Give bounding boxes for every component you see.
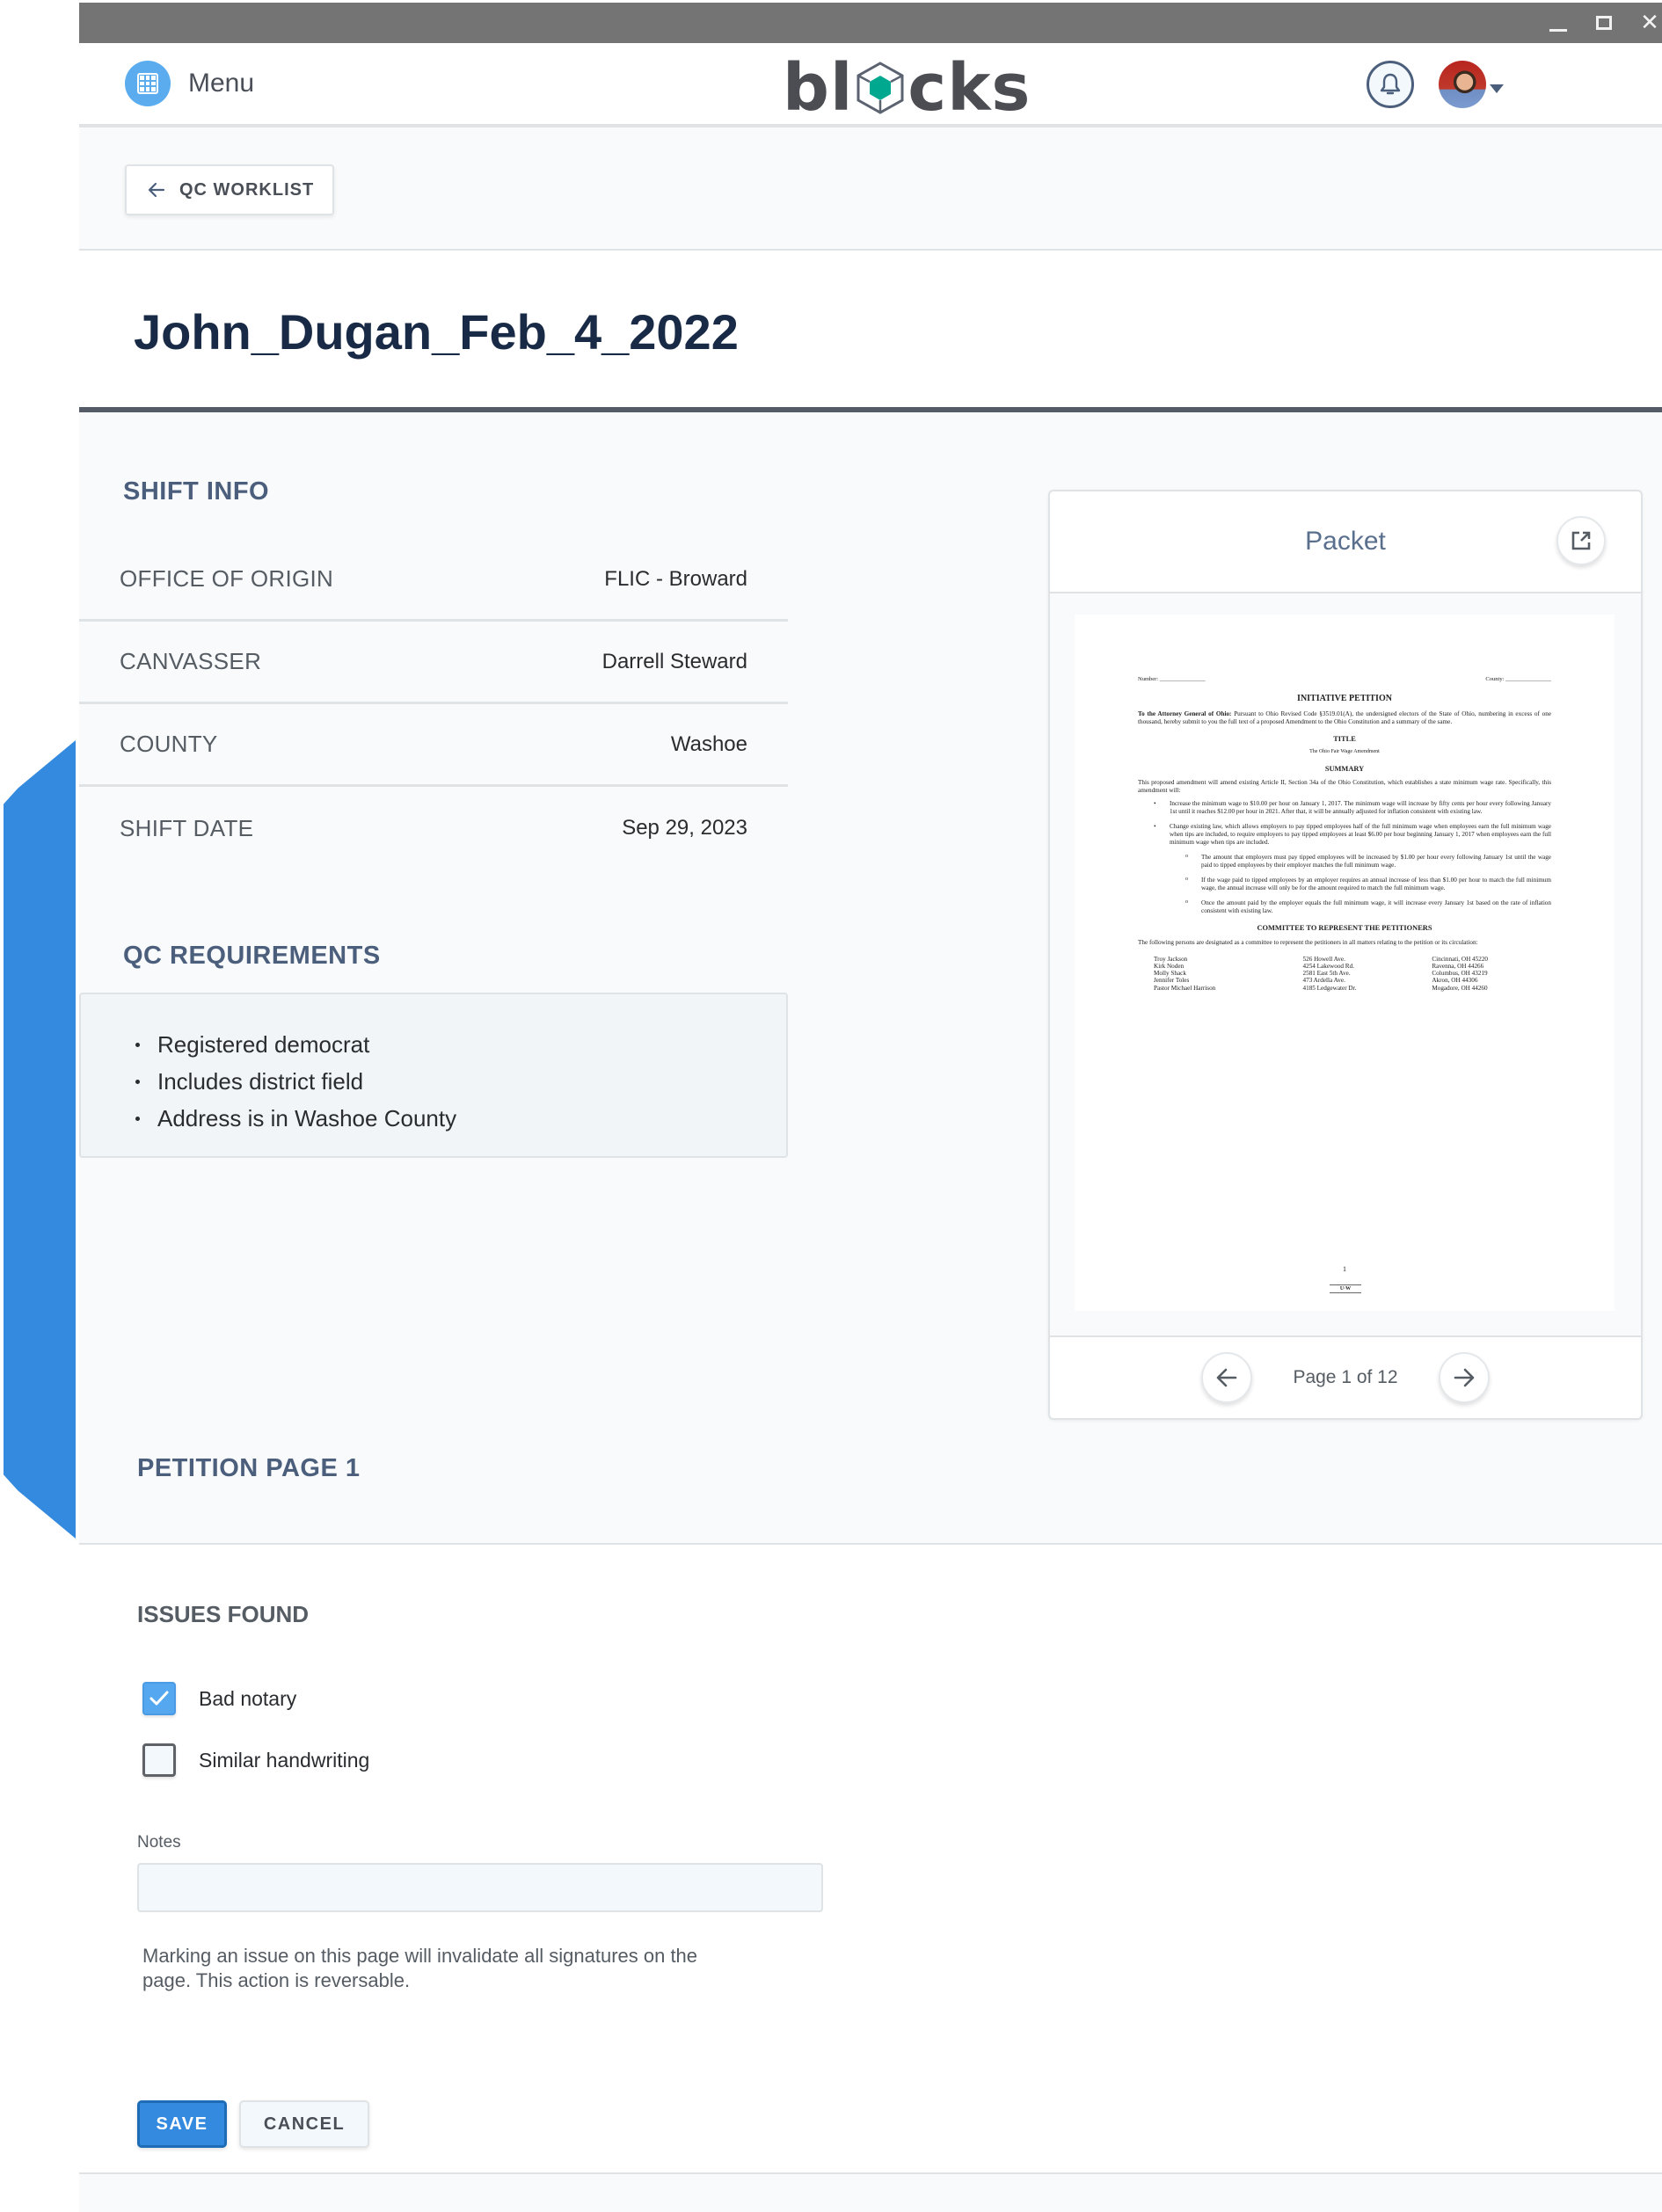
requirement-item: Registered democrat (135, 1026, 786, 1063)
window-controls: ✕ (1546, 10, 1662, 38)
petition-page-heading: PETITION PAGE 1 (137, 1454, 361, 1482)
info-label: SHIFT DATE (120, 814, 254, 841)
cube-logo-icon (857, 62, 904, 114)
back-to-qc-worklist-button[interactable]: QC WORKLIST (125, 164, 334, 215)
info-value: Washoe (670, 731, 747, 756)
notes-input[interactable] (137, 1863, 823, 1912)
previous-page-button[interactable] (1201, 1352, 1253, 1403)
doc-summary-intro: This proposed amendment will amend exist… (1138, 779, 1551, 795)
checkbox-label: Similar handwriting (199, 1748, 370, 1772)
packet-pagination: Page 1 of 12 (1050, 1337, 1641, 1418)
doc-committee-heading: COMMITTEE TO REPRESENT THE PETITIONERS (1257, 924, 1432, 933)
doc-intro: To the Attorney General of Ohio: Pursuan… (1138, 709, 1552, 725)
minimize-icon[interactable] (1546, 10, 1571, 38)
info-label: CANVASSER (120, 648, 262, 674)
back-button-label: QC WORKLIST (179, 179, 315, 200)
doc-heading: INITIATIVE PETITION (1297, 694, 1392, 704)
doc-summary-heading: SUMMARY (1324, 764, 1365, 773)
grid-menu-icon (125, 61, 171, 106)
issue-checkbox-similar-handwriting[interactable]: Similar handwriting (142, 1743, 369, 1777)
requirement-item: Address is in Washoe County (135, 1100, 786, 1137)
next-page-button[interactable] (1438, 1352, 1490, 1403)
issues-found-heading: ISSUES FOUND (137, 1601, 310, 1627)
info-row-county: COUNTY Washoe (79, 704, 788, 787)
maximize-icon[interactable] (1592, 10, 1616, 38)
logo-text-prefix: bl (783, 50, 854, 126)
page-header: John_Dugan_Feb_4_2022 (79, 251, 1662, 412)
petition-document-preview[interactable]: Number: ________________ County: _______… (1075, 615, 1615, 1311)
committee-row: Kirk Noden 4254 Lakewood Rd. Ravenna, OH 4… (1154, 962, 1484, 970)
info-value: Darrell Steward (601, 649, 747, 673)
doc-bullet: Change existing law, which allows employ… (1154, 823, 1551, 847)
external-link-icon (1571, 531, 1591, 550)
doc-title-heading: TITLE (1333, 734, 1356, 743)
doc-bullet: Increase the minimum wage to $10.00 per … (1154, 800, 1551, 816)
checkbox-checked[interactable] (142, 1682, 176, 1715)
checkbox-unchecked[interactable] (142, 1743, 176, 1777)
arrow-left-icon (1217, 1368, 1237, 1387)
menu-label: Menu (188, 69, 255, 98)
doc-sub-bullet: The amount that employers must pay tippe… (1185, 854, 1551, 870)
arrow-right-icon (1454, 1368, 1474, 1387)
notifications-button[interactable] (1367, 61, 1414, 108)
checkbox-label: Bad notary (199, 1686, 297, 1710)
main-content: SHIFT INFO OFFICE OF ORIGIN FLIC - Browa… (79, 412, 1662, 1494)
arrow-left-icon (148, 182, 165, 198)
chevron-down-icon[interactable] (1490, 84, 1504, 93)
info-row-shift-date: SHIFT DATE Sep 29, 2023 (79, 787, 788, 870)
doc-committee-intro: The following persons are designated as … (1138, 938, 1478, 946)
doc-county-label: County: ________________ (1485, 676, 1551, 682)
decorative-side-tab (4, 740, 76, 1539)
notes-label: Notes (137, 1833, 181, 1852)
committee-row: Troy Jackson 526 Howell Ave. Cincinnati, O… (1154, 955, 1489, 963)
doc-title-text: The Ohio Fair Wage Amendment (1309, 749, 1380, 755)
doc-number-label: Number: ________________ (1138, 676, 1206, 682)
packet-header: Packet (1050, 491, 1641, 593)
shift-info-heading: SHIFT INFO (123, 477, 270, 506)
doc-sub-bullet: Once the amount paid by the employer equ… (1185, 899, 1551, 915)
page-indicator: Page 1 of 12 (1293, 1367, 1398, 1387)
checkmark-icon (149, 1691, 169, 1706)
committee-row: Molly Shack 2581 East 5th Ave. Columbus, O… (1154, 970, 1488, 978)
doc-committee-table: Troy Jackson 526 Howell Ave. Cincinnati, O… (1154, 956, 1567, 992)
app-window: ✕ Menu bl cks QC WORKLIST John_Dugan_Feb… (79, 3, 1662, 2212)
committee-row: Jennifer Toles 473 Ardella Ave. Akron, OH … (1154, 977, 1478, 985)
info-label: COUNTY (120, 731, 218, 757)
window-titlebar: ✕ (79, 3, 1662, 43)
info-value: FLIC - Broward (604, 566, 747, 591)
info-row-office: OFFICE OF ORIGIN FLIC - Broward (79, 539, 788, 622)
doc-sub-bullet: If the wage paid to tipped employees by … (1185, 877, 1551, 892)
breadcrumb-bar: QC WORKLIST (79, 127, 1662, 251)
info-row-canvasser: CANVASSER Darrell Steward (79, 622, 788, 704)
issues-form: ISSUES FOUND Bad notary Similar handwrit… (79, 1543, 1662, 2174)
save-button[interactable]: SAVE (137, 2100, 227, 2148)
qc-requirements-heading: QC REQUIREMENTS (123, 942, 381, 970)
packet-preview-area: Number: ________________ County: _______… (1050, 593, 1641, 1337)
committee-row: Pastor Michael Harrison 4185 Ledgewater D… (1154, 984, 1488, 992)
packet-title: Packet (1305, 527, 1386, 556)
shift-info-table: OFFICE OF ORIGIN FLIC - Broward CANVASSE… (79, 539, 788, 870)
user-avatar[interactable] (1439, 61, 1486, 108)
info-value: Sep 29, 2023 (622, 816, 747, 840)
cancel-button[interactable]: CANCEL (239, 2100, 369, 2148)
issue-checkbox-bad-notary[interactable]: Bad notary (142, 1682, 296, 1715)
doc-page-number: 1 (1343, 1265, 1346, 1273)
top-navigation: Menu bl cks (79, 43, 1662, 127)
open-external-button[interactable] (1556, 516, 1606, 565)
qc-requirements-box: Registered democrat Includes district fi… (79, 993, 788, 1158)
close-icon[interactable]: ✕ (1637, 10, 1662, 38)
union-bug-icon: U·W (1330, 1284, 1361, 1293)
menu-button[interactable]: Menu (125, 61, 254, 106)
page-title: John_Dugan_Feb_4_2022 (134, 304, 739, 360)
invalidate-warning-text: Marking an issue on this page will inval… (142, 1945, 698, 1991)
logo-text-suffix: cks (908, 50, 1031, 126)
blocks-logo: bl cks (783, 55, 1031, 120)
info-label: OFFICE OF ORIGIN (120, 565, 334, 592)
packet-viewer: Packet Number: ________________ County: … (1048, 490, 1643, 1420)
bell-icon (1380, 73, 1401, 95)
doc-bullets: Increase the minimum wage to $10.00 per … (1154, 800, 1551, 915)
requirement-item: Includes district field (135, 1063, 786, 1100)
